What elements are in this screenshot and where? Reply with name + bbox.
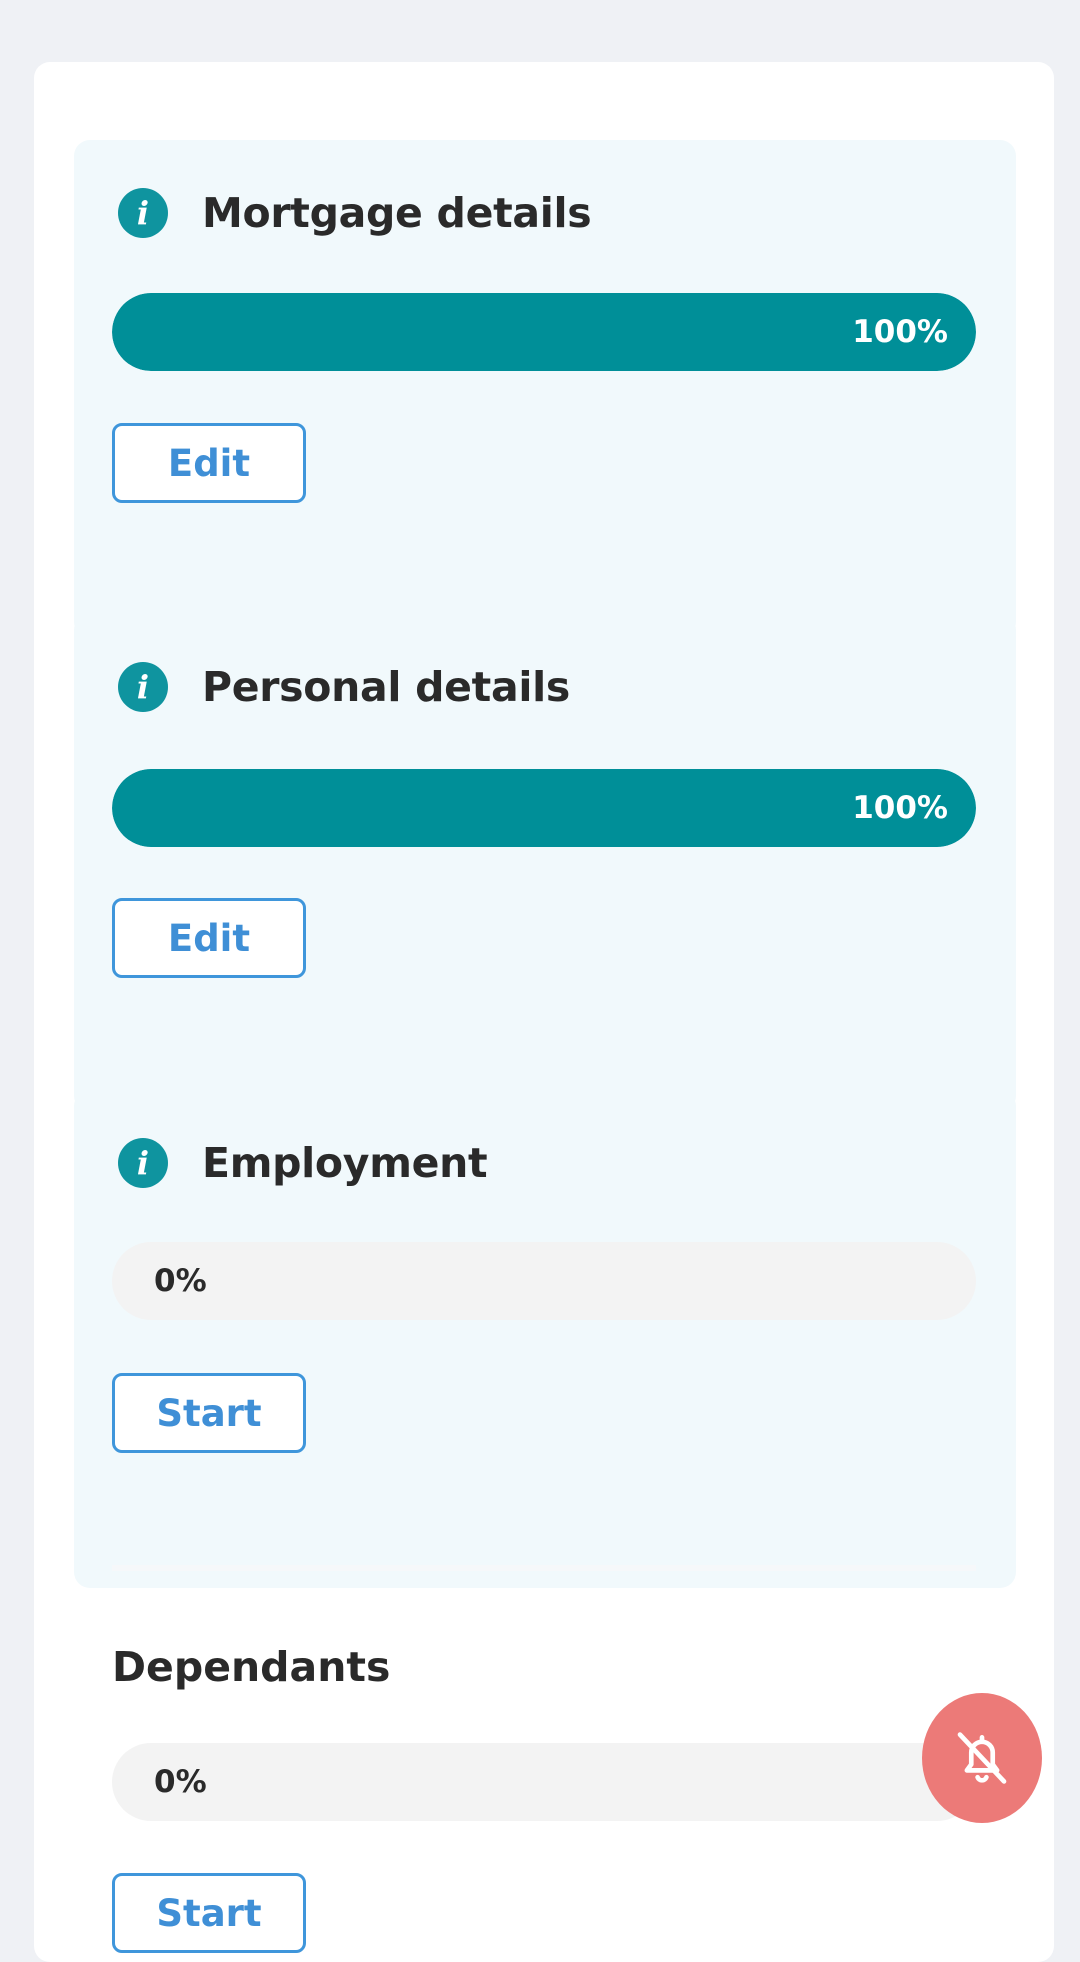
section-card-employment: i Employment 0% Start: [74, 1090, 1016, 1588]
section-dependants: Dependants 0% Start: [112, 1637, 976, 1953]
progress-bar: 0%: [112, 1242, 976, 1320]
section-header: i Mortgage details: [118, 188, 592, 238]
progress-label: 0%: [154, 1263, 207, 1299]
section-header: i Personal details: [118, 662, 570, 712]
info-icon[interactable]: i: [118, 188, 168, 238]
progress-label: 100%: [852, 314, 948, 350]
bell-off-icon: [957, 1732, 1007, 1784]
progress-label: 100%: [852, 790, 948, 826]
section-title: Dependants: [112, 1643, 391, 1691]
start-button[interactable]: Start: [112, 1873, 306, 1953]
progress-label: 0%: [154, 1764, 207, 1800]
section-title: Personal details: [202, 663, 570, 711]
section-title: Mortgage details: [202, 189, 592, 237]
progress-bar: 0%: [112, 1743, 976, 1821]
application-progress-panel: i Mortgage details 100% Edit i Personal …: [34, 62, 1054, 1962]
progress-fill: [112, 769, 976, 847]
start-button[interactable]: Start: [112, 1373, 306, 1453]
progress-bar: 100%: [112, 769, 976, 847]
info-icon[interactable]: i: [118, 1138, 168, 1188]
section-card-personal-details: i Personal details 100% Edit: [74, 614, 1016, 1112]
section-header: i Employment: [118, 1138, 488, 1188]
section-title: Employment: [202, 1139, 488, 1187]
notifications-toggle-button[interactable]: [922, 1693, 1042, 1823]
progress-bar: 100%: [112, 293, 976, 371]
progress-fill: [112, 293, 976, 371]
section-card-mortgage-details: i Mortgage details 100% Edit: [74, 140, 1016, 638]
edit-button[interactable]: Edit: [112, 898, 306, 978]
section-divider: [112, 1565, 976, 1571]
edit-button[interactable]: Edit: [112, 423, 306, 503]
info-icon[interactable]: i: [118, 662, 168, 712]
